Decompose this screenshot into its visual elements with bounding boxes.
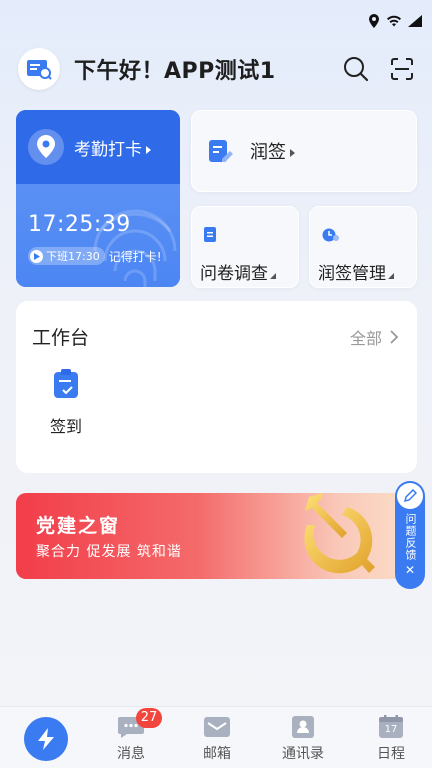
tab-mail-label: 邮箱 — [203, 746, 231, 762]
tab-calendar[interactable]: 17 日程 — [361, 715, 421, 763]
current-time: 17:25:39 — [28, 212, 131, 237]
banner-title: 党建之窗 — [36, 515, 121, 537]
off-work-pill: 下班17:30 — [28, 247, 105, 265]
runqian-manage-card[interactable]: 润签管理 — [309, 206, 417, 288]
clock-icon — [30, 249, 43, 263]
workbench-panel: 工作台 全部 签到 — [16, 301, 417, 473]
checkin-item[interactable]: 签到 — [46, 369, 86, 437]
runqian-manage-icon — [322, 228, 339, 242]
survey-label: 问卷调查 — [200, 259, 276, 284]
reminder-text: 记得打卡! — [108, 249, 162, 264]
chevron-right-icon — [390, 330, 399, 344]
tab-messages-label: 消息 — [117, 746, 145, 762]
search-icon — [344, 57, 369, 82]
survey-icon — [204, 227, 216, 242]
location-icon — [369, 14, 379, 28]
tab-mail[interactable]: 邮箱 — [187, 715, 247, 763]
lightning-icon — [38, 728, 54, 750]
runqian-label: 润签 — [250, 138, 295, 164]
runqian-card[interactable]: 润签 — [191, 110, 417, 192]
sign-document-icon — [209, 140, 233, 162]
all-label: 全部 — [349, 329, 382, 348]
arrow-right-icon — [290, 149, 295, 157]
feedback-label: 问题反馈 — [404, 513, 417, 561]
attendance-card[interactable]: 考勤打卡 17:25:39 下班17:30 记得打卡! — [16, 110, 180, 287]
attendance-title: 考勤打卡 — [74, 135, 151, 160]
mail-icon — [204, 717, 230, 737]
scan-icon — [391, 58, 413, 80]
fingerprint-icon — [93, 209, 177, 287]
bottom-tab-bar: 消息 27 邮箱 通讯录 17 日程 — [0, 706, 432, 768]
app-header: 下午好！APP测试1 — [18, 46, 418, 92]
calendar-icon: 17 — [378, 715, 404, 739]
contacts-icon — [292, 716, 314, 738]
arrow-right-icon — [146, 145, 151, 154]
attendance-clock-area: 17:25:39 下班17:30 记得打卡! — [16, 184, 180, 287]
status-bar — [0, 0, 432, 40]
workbench-title: 工作台 — [32, 327, 90, 349]
off-work-row: 下班17:30 记得打卡! — [28, 247, 162, 265]
corner-arrow-icon — [388, 273, 394, 279]
unread-badge: 27 — [136, 708, 162, 728]
banner-subtitle: 聚合力 促发展 筑和谐 — [36, 544, 182, 560]
status-icons — [368, 14, 422, 28]
app-logo[interactable] — [18, 48, 60, 90]
location-pin-icon — [28, 129, 64, 165]
attendance-header[interactable]: 考勤打卡 — [16, 110, 180, 184]
feedback-float[interactable]: 问题反馈 ✕ — [395, 481, 425, 589]
off-work-time: 下班17:30 — [46, 250, 100, 263]
corner-arrow-icon — [270, 273, 276, 279]
survey-card[interactable]: 问卷调查 — [191, 206, 299, 288]
checkin-icon — [54, 369, 78, 398]
runqian-manage-label: 润签管理 — [318, 259, 394, 284]
tab-contacts-label: 通讯录 — [282, 746, 324, 762]
calendar-day: 17 — [384, 724, 398, 735]
search-button[interactable] — [340, 53, 372, 85]
scan-button[interactable] — [386, 53, 418, 85]
party-emblem-icon — [304, 493, 375, 574]
party-building-banner[interactable]: 党建之窗 聚合力 促发展 筑和谐 — [16, 493, 417, 579]
app-logo-icon — [27, 60, 52, 80]
pen-icon — [397, 483, 423, 509]
workbench-all-link[interactable]: 全部 — [350, 325, 399, 349]
checkin-label: 签到 — [49, 417, 82, 436]
tab-home[interactable] — [24, 717, 68, 761]
greeting-title: 下午好！APP测试1 — [74, 59, 276, 84]
wifi-icon — [387, 15, 401, 27]
tab-calendar-label: 日程 — [377, 746, 405, 762]
tab-contacts[interactable]: 通讯录 — [273, 715, 333, 763]
close-icon[interactable]: ✕ — [405, 563, 415, 577]
signal-icon — [408, 15, 422, 27]
